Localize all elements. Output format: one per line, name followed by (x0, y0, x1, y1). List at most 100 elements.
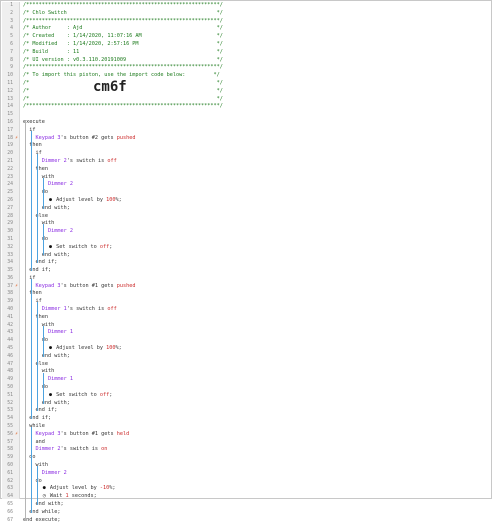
code-line[interactable]: 46 end with; (1, 353, 491, 361)
code-token: %; (115, 345, 122, 352)
code-line[interactable]: 13 /* */ (1, 96, 491, 104)
code-line[interactable]: 26 ● Adjust level by 100%; (1, 197, 491, 205)
code-line[interactable]: 59 do (1, 454, 491, 462)
code-line[interactable]: 44 do (1, 337, 491, 345)
code-line[interactable]: 35 end if; (1, 267, 491, 275)
code-line[interactable]: 1 /**************************************… (1, 2, 491, 10)
code-line[interactable]: 37 ⚡ Keypad 3's button #1 gets pushed (1, 283, 491, 291)
code-line[interactable]: 38 then (1, 290, 491, 298)
code-text: /* Chlo Switch */ (23, 10, 223, 18)
code-line[interactable]: 12 /* */cm6f (1, 80, 491, 96)
code-line[interactable]: 47 else (1, 361, 491, 369)
code-line[interactable]: 53 end if; (1, 407, 491, 415)
line-number: 63 (7, 486, 13, 492)
code-line[interactable]: 63 ● Adjust level by -10%; (1, 485, 491, 493)
line-number: 13 (7, 96, 13, 102)
line-number: 31 (7, 236, 13, 242)
line-number: 59 (7, 455, 13, 461)
code-line[interactable]: 25 do (1, 189, 491, 197)
line-number: 50 (7, 385, 13, 391)
code-line[interactable]: 23 with (1, 174, 491, 182)
code-line[interactable]: 67 end execute; (1, 517, 491, 524)
code-line[interactable]: 24 Dimmer 2 (1, 181, 491, 189)
code-token: /* Build : 11 */ (23, 48, 223, 55)
code-line[interactable]: 7 /* Build : 11 */ (1, 49, 491, 57)
code-line[interactable]: 39 if (1, 298, 491, 306)
code-line[interactable]: 16 execute (1, 119, 491, 127)
code-line[interactable]: 57 and (1, 439, 491, 447)
code-line[interactable]: 45 ● Adjust level by 100%; (1, 345, 491, 353)
code-token: Dimmer 2 (23, 446, 61, 453)
code-text: /* UI version : v0.3.110.20191009 */ (23, 57, 223, 65)
code-line[interactable]: 50 do (1, 384, 491, 392)
code-line[interactable]: 15 (1, 111, 491, 119)
code-text: else (23, 361, 48, 369)
line-number: 46 (7, 353, 13, 359)
code-line[interactable]: 42 with (1, 322, 491, 330)
code-line[interactable]: 36 if (1, 275, 491, 283)
code-line[interactable]: 22 then (1, 166, 491, 174)
code-line[interactable]: 29 with (1, 220, 491, 228)
code-line[interactable]: 52 end with; (1, 400, 491, 408)
code-line[interactable]: 33 end with; (1, 252, 491, 260)
code-line[interactable]: 20 if (1, 150, 491, 158)
code-line[interactable]: 10 /* To import this piston, use the impo… (1, 72, 491, 80)
code-line[interactable]: 55 while (1, 423, 491, 431)
code-line[interactable]: 19 then (1, 142, 491, 150)
code-line[interactable]: 54 end if; (1, 415, 491, 423)
code-line[interactable]: 5 /* Created : 1/14/2020, 11:07:16 AM */ (1, 33, 491, 41)
code-token: Set switch to (53, 391, 100, 398)
line-number: 24 (7, 182, 13, 188)
code-line[interactable]: 28 else (1, 213, 491, 221)
code-line[interactable]: 3 /**************************************… (1, 18, 491, 26)
code-token: 's switch is (66, 306, 108, 313)
code-line[interactable]: 18 ⚡ Keypad 3's button #2 gets pushed (1, 135, 491, 143)
code-token: /***************************************… (23, 2, 223, 8)
line-number: 42 (7, 322, 13, 328)
code-line[interactable]: 34 end if; (1, 259, 491, 267)
block-guide (37, 154, 39, 264)
code-line[interactable]: 58 Dimmer 2's switch is on (1, 446, 491, 454)
code-line[interactable]: 41 then (1, 314, 491, 322)
code-line[interactable]: 8 /* UI version : v0.3.110.20191009 */ (1, 57, 491, 65)
code-token: /***************************************… (23, 64, 223, 71)
code-line[interactable]: 61 Dimmer 2 (1, 470, 491, 478)
code-token: with (23, 220, 55, 227)
code-line[interactable]: 21 Dimmer 2's switch is off (1, 158, 491, 166)
code-text: end with; (23, 501, 63, 509)
code-line[interactable]: 30 Dimmer 2 (1, 228, 491, 236)
code-token: %; (109, 485, 116, 492)
code-token: Adjust level by (46, 485, 100, 492)
code-line[interactable]: 60 with (1, 462, 491, 470)
code-line[interactable]: 43 Dimmer 1 (1, 329, 491, 337)
code-line[interactable]: 62 do (1, 478, 491, 486)
code-line[interactable]: 27 end with; (1, 205, 491, 213)
code-text: /***************************************… (23, 103, 223, 111)
line-number: 1 (10, 3, 13, 8)
code-token: if (23, 298, 42, 305)
code-line[interactable]: 9 /**************************************… (1, 64, 491, 72)
code-line[interactable]: 56 ⚡ Keypad 3's button #1 gets held (1, 431, 491, 439)
code-line[interactable]: 11/* */ (1, 80, 491, 88)
code-line[interactable]: 17 if (1, 127, 491, 135)
code-line[interactable]: 40 Dimmer 1's switch is off (1, 306, 491, 314)
line-number: 49 (7, 377, 13, 383)
code-line[interactable]: 4 /* Author : Ajd */ (1, 25, 491, 33)
code-line[interactable]: 51 ● Set switch to off; (1, 392, 491, 400)
code-line[interactable]: 31 do (1, 236, 491, 244)
code-token: pushed (116, 134, 136, 141)
code-token: then (23, 290, 42, 297)
code-line[interactable]: 14 /*************************************… (1, 103, 491, 111)
code-text: /***************************************… (23, 64, 223, 72)
code-line[interactable]: 66 end while; (1, 509, 491, 517)
code-line[interactable]: 32 ● Set switch to off; (1, 244, 491, 252)
code-line[interactable]: 49 Dimmer 1 (1, 376, 491, 384)
code-text: /* Author : Ajd */ (23, 25, 223, 33)
line-number: 27 (7, 205, 13, 211)
code-token: 's button #1 gets (60, 430, 117, 437)
code-line[interactable]: 48 with (1, 368, 491, 376)
code-line[interactable]: 2 /* Chlo Switch */ (1, 10, 491, 18)
line-number: 7 (10, 49, 13, 55)
code-line[interactable]: 6 /* Modified : 1/14/2020, 2:57:16 PM */ (1, 41, 491, 49)
code-line[interactable]: 65 end with; (1, 501, 491, 509)
